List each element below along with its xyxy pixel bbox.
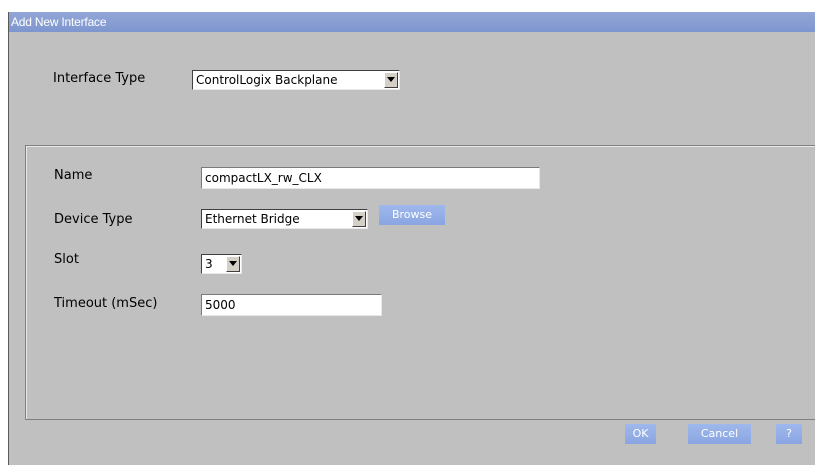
device-type-dropdown-button[interactable] (352, 211, 366, 227)
interface-type-select[interactable]: ControlLogix Backplane (192, 70, 400, 90)
device-type-value: Ethernet Bridge (205, 212, 300, 226)
interface-type-dropdown-button[interactable] (384, 72, 398, 88)
timeout-input[interactable] (201, 294, 382, 316)
timeout-label: Timeout (mSec) (54, 296, 158, 311)
ok-button[interactable]: OK (625, 424, 656, 444)
cancel-button[interactable]: Cancel (688, 424, 751, 444)
chevron-down-icon (355, 216, 363, 221)
name-label: Name (54, 168, 93, 183)
slot-label: Slot (54, 252, 79, 267)
device-type-select[interactable]: Ethernet Bridge (201, 209, 368, 229)
slot-dropdown-button[interactable] (226, 256, 240, 272)
device-type-label: Device Type (54, 212, 133, 227)
dialog-title: Add New Interface (9, 12, 815, 32)
name-input[interactable] (201, 167, 540, 189)
add-interface-dialog: Add New Interface Interface Type Control… (8, 12, 815, 465)
chevron-down-icon (387, 77, 395, 82)
slot-value: 3 (205, 257, 213, 271)
slot-select[interactable]: 3 (201, 254, 242, 274)
interface-type-value: ControlLogix Backplane (196, 73, 338, 87)
chevron-down-icon (229, 261, 237, 266)
help-button[interactable]: ? (776, 424, 802, 444)
browse-button[interactable]: Browse (379, 205, 445, 225)
interface-type-label: Interface Type (53, 71, 146, 86)
